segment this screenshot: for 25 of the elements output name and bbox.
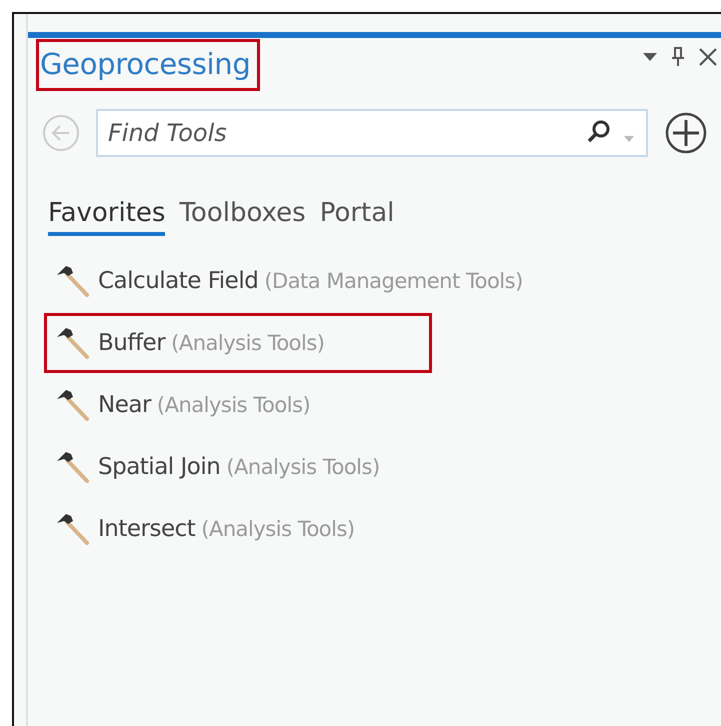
toolbox-label: (Data Management Tools) xyxy=(264,269,523,293)
search-icon[interactable] xyxy=(586,119,612,145)
search-field[interactable]: Find Tools xyxy=(96,109,648,157)
toolbox-label: (Analysis Tools) xyxy=(201,517,355,541)
dropdown-icon[interactable] xyxy=(643,53,657,61)
tool-name: Near xyxy=(98,392,151,418)
tab[interactable]: Favorites xyxy=(48,197,166,236)
toolbox-label: (Analysis Tools) xyxy=(226,455,380,479)
tool-item[interactable]: Buffer (Analysis Tools) xyxy=(44,313,432,373)
tool-item[interactable]: Near (Analysis Tools) xyxy=(44,375,320,435)
tool-name: Buffer xyxy=(98,330,166,356)
toolbox-label: (Analysis Tools) xyxy=(171,331,324,355)
toolbox-label: (Analysis Tools) xyxy=(156,393,310,417)
tool-item[interactable]: Calculate Field (Data Management Tools) xyxy=(44,251,533,311)
tab[interactable]: Toolboxes xyxy=(179,197,306,236)
close-icon[interactable] xyxy=(699,48,717,66)
tool-item[interactable]: Spatial Join (Analysis Tools) xyxy=(44,437,390,497)
pin-icon[interactable] xyxy=(671,47,685,67)
tool-name: Spatial Join xyxy=(98,454,220,480)
tool-name: Intersect xyxy=(98,516,196,542)
pane-title: Geoprocessing xyxy=(36,39,260,91)
add-icon[interactable] xyxy=(664,111,708,155)
tab[interactable]: Portal xyxy=(320,197,394,236)
tool-name: Calculate Field xyxy=(98,268,258,294)
tool-item[interactable]: Intersect (Analysis Tools) xyxy=(44,499,365,559)
